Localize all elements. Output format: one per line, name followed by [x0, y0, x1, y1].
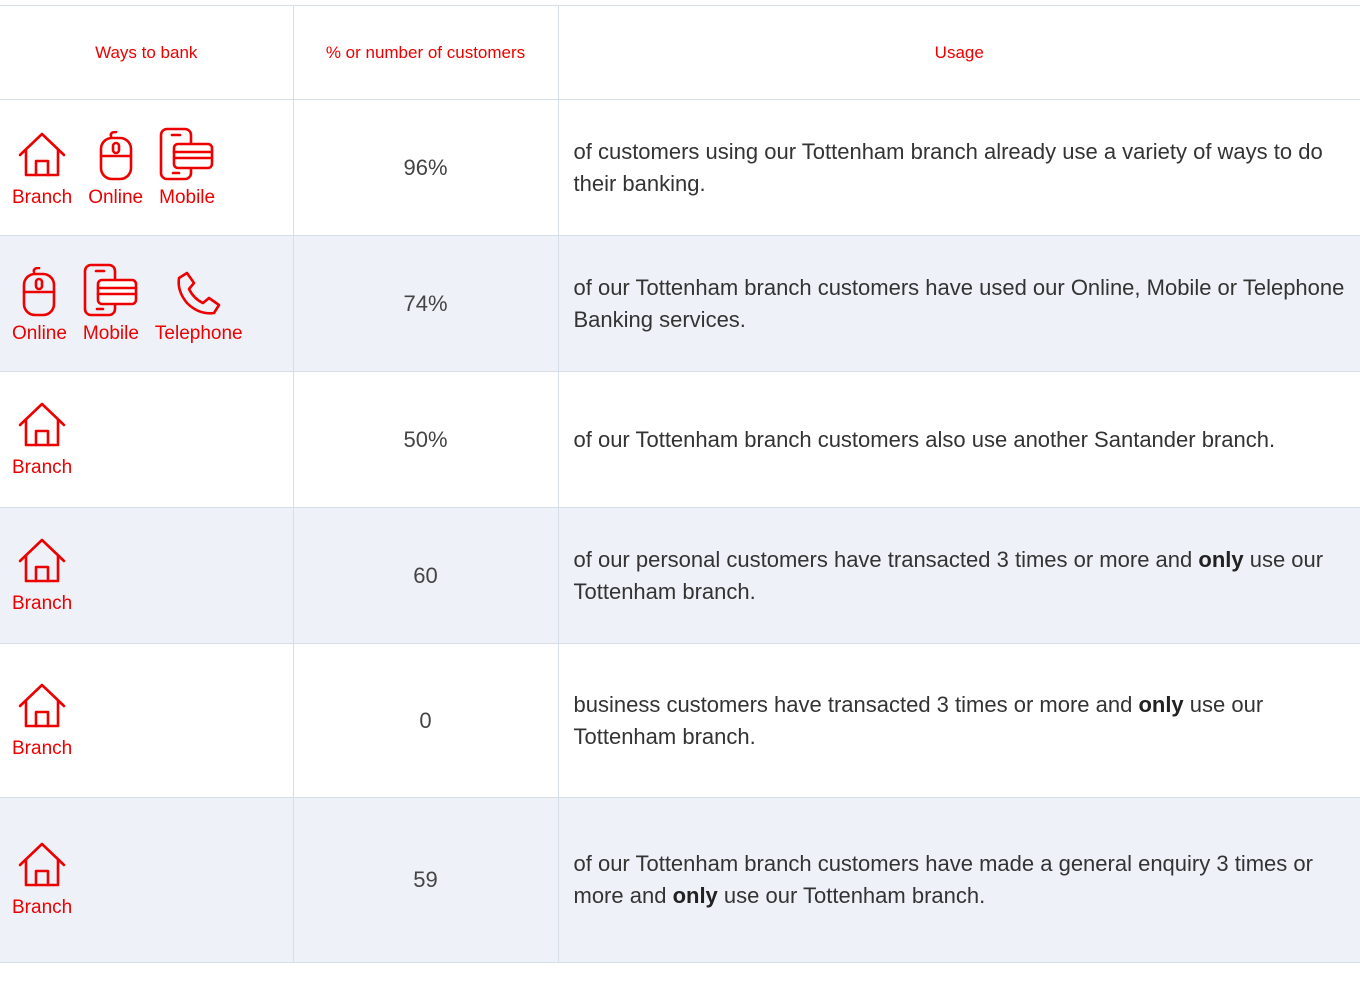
usage-text: of customers using our Tottenham branch … [558, 99, 1360, 236]
branch-house-icon [17, 841, 67, 897]
ways-cell: Online Mobile Telephone [0, 235, 294, 372]
channel-branch: Branch [12, 682, 72, 760]
customer-count: 0 [293, 643, 559, 798]
customer-count: 60 [293, 507, 559, 644]
header-customer-count: % or number of customers [293, 5, 559, 100]
telephone-icon [175, 269, 223, 323]
channel-label: Mobile [82, 322, 139, 344]
customer-count: 96% [293, 99, 559, 236]
channel-label: Branch [12, 456, 73, 478]
table-header-row: Ways to bank % or number of customers Us… [0, 5, 1360, 100]
ways-cell: Branch [0, 371, 294, 508]
channel-label: Branch [12, 897, 73, 918]
mobile-phone-icon [83, 263, 139, 323]
ways-cell: Branch Online Mobile [0, 99, 294, 236]
mobile-phone-icon [159, 127, 215, 187]
channel-mobile: Mobile [83, 263, 139, 345]
channel-branch: Branch [12, 841, 72, 919]
channel-label: Online [12, 322, 67, 344]
table-row: Branch 59 of our Tottenham branch custom… [0, 797, 1360, 963]
channel-branch: Branch [12, 401, 72, 479]
channel-label: Branch [12, 592, 73, 614]
channel-branch: Branch [12, 131, 72, 209]
channel-label: Branch [12, 737, 73, 759]
customer-count: 59 [293, 797, 559, 963]
branch-house-icon [17, 401, 67, 457]
channel-label: Telephone [154, 322, 243, 344]
channel-label: Branch [12, 186, 73, 208]
channel-online: Online [12, 266, 67, 345]
table-row: Branch 50% of our Tottenham branch custo… [0, 371, 1360, 508]
usage-text: of our personal customers have transacte… [558, 507, 1360, 644]
channel-branch: Branch [12, 537, 72, 615]
usage-text: of our Tottenham branch customers have u… [558, 235, 1360, 372]
header-ways-to-bank: Ways to bank [0, 5, 294, 100]
ways-cell: Branch [0, 507, 294, 644]
table-row: Branch Online Mobile 96% of customers usin… [0, 99, 1360, 236]
customer-count: 74% [293, 235, 559, 372]
usage-text: business customers have transacted 3 tim… [558, 643, 1360, 798]
channel-telephone: Telephone [155, 269, 243, 345]
channel-online: Online [88, 130, 144, 209]
online-mouse-icon [21, 266, 57, 323]
branch-house-icon [17, 537, 67, 593]
ways-cell: Branch [0, 797, 294, 963]
table-row: Branch 0 business customers have transac… [0, 643, 1360, 798]
customer-count: 50% [293, 371, 559, 508]
channel-mobile: Mobile [159, 127, 215, 209]
ways-to-bank-table: Ways to bank % or number of customers Us… [0, 5, 1360, 963]
channel-label: Online [88, 186, 144, 208]
usage-text: of our Tottenham branch customers have m… [558, 797, 1360, 963]
ways-cell: Branch [0, 643, 294, 798]
table-row: Online Mobile Telephone 74% of our Tottenh… [0, 235, 1360, 372]
channel-label: Mobile [159, 186, 216, 208]
branch-house-icon [17, 682, 67, 738]
header-usage: Usage [558, 5, 1360, 100]
usage-text: of our Tottenham branch customers also u… [558, 371, 1360, 508]
branch-house-icon [17, 131, 67, 187]
online-mouse-icon [98, 130, 134, 187]
table-row: Branch 60 of our personal customers have… [0, 507, 1360, 644]
